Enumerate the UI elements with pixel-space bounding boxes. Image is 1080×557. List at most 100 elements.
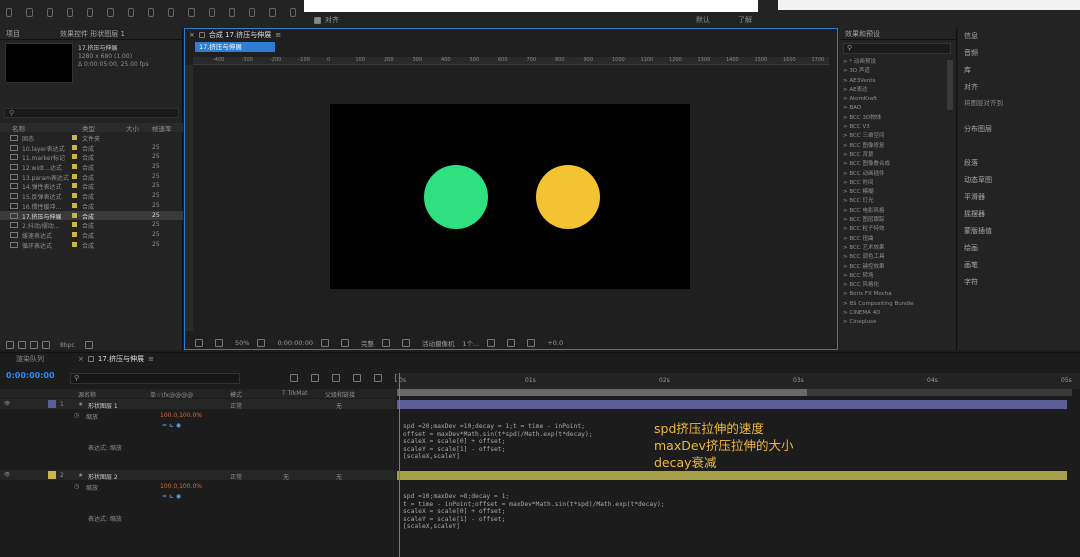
col-type[interactable]: 类型: [82, 123, 95, 133]
hand-tool-icon[interactable]: [46, 8, 53, 17]
blend-mode-select[interactable]: 正常: [230, 401, 242, 410]
right-panel-item[interactable]: 摇摆器: [964, 209, 985, 219]
right-panel-item[interactable]: 段落: [964, 158, 978, 168]
right-panel-item[interactable]: 绘画: [964, 243, 978, 253]
flowchart-icon[interactable]: [527, 339, 536, 347]
resolution-select[interactable]: 完整: [361, 338, 374, 348]
col-rate[interactable]: 帧速率: [152, 123, 172, 133]
timeline-search-input[interactable]: ⚲: [70, 373, 240, 384]
effect-category[interactable]: > Boris FX Mocha: [843, 290, 947, 299]
bpc-label[interactable]: 8bpc: [60, 342, 75, 349]
fit-icon[interactable]: [257, 339, 266, 347]
right-panel-item[interactable]: 将图层对齐到: [964, 97, 1003, 107]
work-area-bar[interactable]: [397, 389, 807, 396]
property-value[interactable]: 100.0,100.0%: [160, 483, 202, 490]
right-panel-item[interactable]: 蒙版插值: [964, 226, 992, 236]
brush-tool-icon[interactable]: [208, 8, 215, 17]
text-tool-icon[interactable]: [188, 8, 195, 17]
pan-tool-icon[interactable]: [127, 8, 134, 17]
list-item[interactable]: 14.弹性表达式 合成 25: [0, 181, 183, 191]
effect-category[interactable]: > BCC 图像叠合成: [843, 160, 947, 169]
tab-render-queue[interactable]: 渲染队列: [16, 354, 44, 364]
zoom-select[interactable]: 50%: [235, 339, 249, 347]
col-trkmat[interactable]: T TrkMat: [282, 390, 308, 397]
comp-mini-flowchart-icon[interactable]: [290, 374, 298, 382]
right-panel-item[interactable]: 动态草图: [964, 175, 992, 185]
3d-icon[interactable]: [507, 339, 516, 347]
right-panel-item[interactable]: 平滑器: [964, 192, 985, 202]
effects-search-input[interactable]: ⚲: [843, 43, 951, 54]
stamp-tool-icon[interactable]: [228, 8, 236, 17]
col-size[interactable]: 大小: [126, 123, 139, 133]
layer-name[interactable]: 形状图层 2: [88, 472, 118, 481]
expression-layer-1[interactable]: spd =20;maxDev =10;decay = 1;t = time - …: [403, 423, 593, 461]
eraser-tool-icon[interactable]: [249, 8, 256, 17]
effect-category[interactable]: > BCC 扭曲: [843, 235, 947, 244]
pen-tool-icon[interactable]: [168, 8, 175, 17]
interpret-footage-icon[interactable]: [6, 341, 14, 349]
stopwatch-icon[interactable]: ◷: [74, 412, 79, 419]
property-value[interactable]: 100.0,100.0%: [160, 412, 202, 419]
transparency-grid-icon[interactable]: [401, 339, 410, 347]
effect-category[interactable]: > BCC 灯光: [843, 197, 947, 206]
right-panel-item[interactable]: 分布图层: [964, 124, 992, 134]
effect-category[interactable]: > BAO: [843, 104, 947, 113]
list-item[interactable]: 17.挤压与伸展 合成 25: [0, 210, 183, 221]
lock-icon[interactable]: [198, 31, 205, 38]
expression-layer-2[interactable]: spd =10;maxDev =8;decay = 1; t = time - …: [403, 493, 665, 531]
list-item[interactable]: 循环表达式 合成 25: [0, 240, 183, 250]
effect-category[interactable]: > BCC 电影风格: [843, 207, 947, 216]
project-search-input[interactable]: ⚲: [4, 108, 179, 118]
list-item[interactable]: 11.marker标记 合成 25: [0, 152, 183, 162]
color-channel-icon[interactable]: [340, 339, 349, 347]
effect-category[interactable]: > BCC 风格化: [843, 281, 947, 290]
col-switches[interactable]: 单☆\fx@@@@: [150, 390, 193, 399]
effect-category[interactable]: > Cinepluse: [843, 318, 947, 327]
tab-effect-controls[interactable]: 效果控件 形状图层 1: [60, 28, 125, 40]
effect-category[interactable]: > BCC 3D物体: [843, 114, 947, 123]
roi-icon[interactable]: [381, 339, 390, 347]
effect-category[interactable]: > BCC 图像修复: [843, 142, 947, 151]
effect-category[interactable]: > BCC 背景: [843, 151, 947, 160]
timeline-timecode[interactable]: 0:00:00:00: [6, 371, 55, 380]
layer-name[interactable]: 形状图层 1: [88, 401, 118, 410]
effect-category[interactable]: > AtomKraft: [843, 95, 947, 104]
expression-graph-icon[interactable]: = ⊾ ◉: [162, 493, 181, 500]
parent-select[interactable]: 无: [336, 401, 342, 410]
effect-category[interactable]: > 3D 声道: [843, 67, 947, 76]
puppet-tool-icon[interactable]: [289, 8, 296, 17]
right-panel-item[interactable]: 库: [964, 65, 971, 75]
list-item[interactable]: 2.抖动/摆动... 合成 25: [0, 220, 183, 230]
effect-category[interactable]: > * 动画预设: [843, 58, 947, 67]
effect-category[interactable]: > AE表达: [843, 86, 947, 95]
shape-tool-icon[interactable]: [147, 8, 155, 17]
list-item[interactable]: 固态 文件夹: [0, 133, 183, 143]
list-item[interactable]: 16.惯性缓冲... 合成 25: [0, 201, 183, 211]
label-swatch[interactable]: [48, 471, 56, 479]
list-item[interactable]: 13.param表达式 合成 25: [0, 172, 183, 182]
comp-timecode[interactable]: 0:00:00:00: [277, 339, 313, 347]
zoom-tool-icon[interactable]: [66, 8, 74, 17]
effect-category[interactable]: > BCC 图层跟踪: [843, 216, 947, 225]
effect-category[interactable]: > BCC 转场: [843, 272, 947, 281]
col-parent[interactable]: 父级和链接: [325, 390, 355, 399]
trkmat-select[interactable]: 无: [283, 472, 289, 481]
time-ruler[interactable]: 0s 01s 02s 03s 04s 05s: [397, 373, 1080, 389]
tab-timeline-comp[interactable]: 17.挤压与伸展: [98, 354, 144, 364]
playhead[interactable]: [399, 373, 400, 557]
col-name[interactable]: 名称: [12, 123, 25, 133]
parent-select[interactable]: 无: [336, 472, 342, 481]
motion-blur-icon[interactable]: [374, 374, 382, 382]
effect-category[interactable]: > BCC 三维空间: [843, 132, 947, 141]
effect-category[interactable]: > BS Compositing Bundle: [843, 300, 947, 309]
work-area-bar-rest[interactable]: [807, 389, 1072, 396]
draft-3d-icon[interactable]: [311, 374, 319, 382]
effects-title[interactable]: 效果和预设: [839, 28, 956, 40]
layer-row[interactable]: 👁 2 ★ 形状图层 2 正常 无 无: [0, 470, 396, 481]
close-icon[interactable]: ×: [78, 355, 84, 363]
right-panel-item[interactable]: 字符: [964, 277, 978, 287]
effect-category[interactable]: > BCC 艺术效果: [843, 244, 947, 253]
new-comp-icon[interactable]: [30, 341, 38, 349]
views-select[interactable]: 1个...: [462, 338, 479, 348]
roto-tool-icon[interactable]: [269, 8, 276, 17]
